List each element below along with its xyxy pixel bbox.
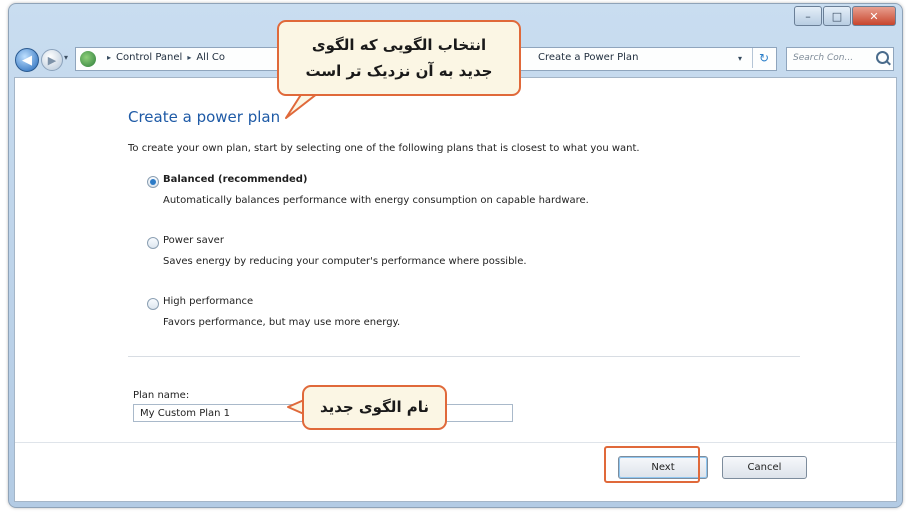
plan-name-label: Plan name: [133, 390, 190, 401]
plan-description-high-performance: Favors performance, but may use more ene… [163, 317, 401, 328]
breadcrumb-item-control-panel[interactable]: Control Panel [116, 52, 182, 63]
plan-title-balanced[interactable]: Balanced (recommended) [163, 174, 308, 185]
footer-divider [15, 442, 896, 443]
annotation-select-plan-line-2: جدید به آن نزدیک تر است [305, 62, 493, 80]
plan-title-power-saver[interactable]: Power saver [163, 235, 224, 246]
page-title: Create a power plan [128, 108, 281, 126]
caption-buttons: – □ ✕ [793, 6, 896, 26]
radio-button-power-saver[interactable] [147, 237, 159, 249]
section-divider [128, 356, 800, 357]
recent-pages-chevron-down-icon[interactable]: ▾ [64, 53, 68, 62]
annotation-select-plan-line-1: انتخاب الگویی که الگوی [311, 36, 487, 54]
plan-description-balanced: Automatically balances performance with … [163, 195, 589, 206]
search-input[interactable]: Search Con... [786, 47, 894, 71]
refresh-button[interactable]: ↻ [752, 48, 775, 68]
close-button[interactable]: ✕ [852, 6, 896, 26]
breadcrumb-separator-icon[interactable]: ▸ [187, 53, 191, 62]
search-icon[interactable] [876, 51, 889, 64]
control-panel-icon [80, 51, 96, 67]
forward-button[interactable]: ▶ [41, 49, 63, 71]
maximize-button[interactable]: □ [823, 6, 851, 26]
breadcrumb-item-current[interactable]: Create a Power Plan [538, 52, 638, 63]
annotation-select-plan: انتخاب الگویی که الگوی جدید به آن نزدیک … [277, 20, 521, 96]
next-button-highlight [604, 446, 700, 483]
breadcrumb: ▸ Control Panel ▸ All Co [102, 52, 225, 63]
radio-button-balanced[interactable] [147, 176, 159, 188]
breadcrumb-separator-icon[interactable]: ▸ [107, 53, 111, 62]
minimize-button[interactable]: – [794, 6, 822, 26]
radio-button-high-performance[interactable] [147, 298, 159, 310]
plan-title-high-performance[interactable]: High performance [163, 296, 253, 307]
search-placeholder: Search Con... [793, 53, 854, 63]
annotation-plan-name: نام الگوی جدید [302, 385, 447, 430]
content-pane: Create a power plan To create your own p… [14, 77, 897, 502]
address-dropdown-chevron-down-icon[interactable]: ▾ [738, 54, 742, 63]
instructions-text: To create your own plan, start by select… [128, 143, 640, 154]
back-button[interactable]: ◀ [15, 48, 39, 72]
plan-description-power-saver: Saves energy by reducing your computer's… [163, 256, 527, 267]
breadcrumb-item-all-control-panel[interactable]: All Co [196, 52, 225, 63]
cancel-button[interactable]: Cancel [722, 456, 807, 479]
